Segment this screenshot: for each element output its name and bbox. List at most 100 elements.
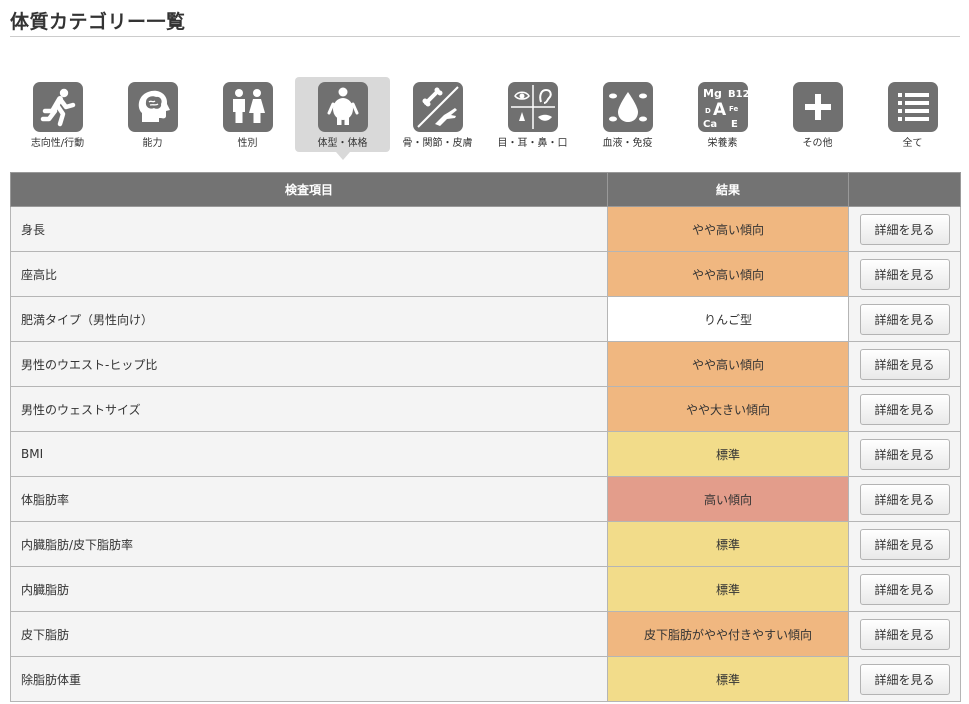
category-tab-gender[interactable]: 性別 xyxy=(200,77,295,152)
item-name: 内臓脂肪/皮下脂肪率 xyxy=(10,521,608,567)
category-label: 体型・体格 xyxy=(317,138,368,149)
item-name: 身長 xyxy=(10,206,608,252)
action-cell: 詳細を見る xyxy=(848,251,961,297)
category-tab-all[interactable]: 全て xyxy=(865,77,960,152)
header-result: 結果 xyxy=(607,172,849,207)
action-cell: 詳細を見る xyxy=(848,656,961,702)
result-value: 標準 xyxy=(607,656,849,702)
svg-text:Fe: Fe xyxy=(729,105,738,113)
category-tab-orientation[interactable]: 志向性/行動 xyxy=(10,77,105,152)
list-icon xyxy=(887,82,938,132)
table-row: 除脂肪体重 標準 詳細を見る xyxy=(10,656,961,702)
svg-text:Ca: Ca xyxy=(703,119,717,130)
result-value: やや大きい傾向 xyxy=(607,386,849,432)
action-cell: 詳細を見る xyxy=(848,386,961,432)
title-divider xyxy=(10,36,960,37)
table-row: 皮下脂肪 皮下脂肪がやや付きやすい傾向 詳細を見る xyxy=(10,611,961,657)
category-bar: 志向性/行動 能力 性別 体型・体格 骨・関節・皮膚 目・耳・鼻・口 血液・免疫… xyxy=(10,77,960,160)
result-value: やや高い傾向 xyxy=(607,206,849,252)
action-cell: 詳細を見る xyxy=(848,521,961,567)
item-name: 体脂肪率 xyxy=(10,476,608,522)
table-row: 肥満タイプ（男性向け） りんご型 詳細を見る xyxy=(10,296,961,342)
svg-text:B12: B12 xyxy=(728,89,748,100)
table-row: 男性のウェストサイズ やや大きい傾向 詳細を見る xyxy=(10,386,961,432)
item-name: 内臓脂肪 xyxy=(10,566,608,612)
svg-text:E: E xyxy=(731,119,738,130)
item-name: 座高比 xyxy=(10,251,608,297)
plus-icon xyxy=(792,82,843,132)
category-label: 能力 xyxy=(142,138,163,149)
bone-arm-icon xyxy=(412,82,463,132)
header-item: 検査項目 xyxy=(10,172,608,207)
category-tab-others[interactable]: その他 xyxy=(770,77,865,152)
header-action xyxy=(848,172,961,207)
table-row: 男性のウエスト-ヒップ比 やや高い傾向 詳細を見る xyxy=(10,341,961,387)
page-title: 体質カテゴリー一覧 xyxy=(10,11,186,33)
result-value: 標準 xyxy=(607,431,849,477)
action-cell: 詳細を見る xyxy=(848,431,961,477)
category-label: 志向性/行動 xyxy=(30,138,85,149)
table-row: 身長 やや高い傾向 詳細を見る xyxy=(10,206,961,252)
svg-text:Mg: Mg xyxy=(703,87,722,100)
eye-ear-nose-mouth-icon xyxy=(507,82,558,132)
action-cell: 詳細を見る xyxy=(848,341,961,387)
table-header-row: 検査項目 結果 xyxy=(10,172,961,207)
result-value: 高い傾向 xyxy=(607,476,849,522)
body-shape-icon xyxy=(317,82,368,132)
category-label: 骨・関節・皮膚 xyxy=(402,138,473,149)
view-details-button[interactable]: 詳細を見る xyxy=(859,393,950,425)
view-details-button[interactable]: 詳細を見る xyxy=(859,348,950,380)
svg-text:D: D xyxy=(705,107,711,115)
view-details-button[interactable]: 詳細を見る xyxy=(859,573,950,605)
view-details-button[interactable]: 詳細を見る xyxy=(859,618,950,650)
table-row: 体脂肪率 高い傾向 詳細を見る xyxy=(10,476,961,522)
view-details-button[interactable]: 詳細を見る xyxy=(859,258,950,290)
result-value: りんご型 xyxy=(607,296,849,342)
running-person-icon xyxy=(32,82,83,132)
item-name: 肥満タイプ（男性向け） xyxy=(10,296,608,342)
category-tab-nutrients[interactable]: Mg B12 D A Fe Ca E 栄養素 xyxy=(675,77,770,152)
male-female-icon xyxy=(222,82,273,132)
svg-text:A: A xyxy=(713,100,727,120)
item-name: 男性のウエスト-ヒップ比 xyxy=(10,341,608,387)
table-row: 座高比 やや高い傾向 詳細を見る xyxy=(10,251,961,297)
item-name: 除脂肪体重 xyxy=(10,656,608,702)
brain-head-icon xyxy=(127,82,178,132)
category-label: 性別 xyxy=(237,138,258,149)
view-details-button[interactable]: 詳細を見る xyxy=(859,438,950,470)
item-name: 男性のウェストサイズ xyxy=(10,386,608,432)
nutrients-icon: Mg B12 D A Fe Ca E xyxy=(697,82,748,132)
table-row: 内臓脂肪/皮下脂肪率 標準 詳細を見る xyxy=(10,521,961,567)
item-name: BMI xyxy=(10,431,608,477)
view-details-button[interactable]: 詳細を見る xyxy=(859,663,950,695)
item-name: 皮下脂肪 xyxy=(10,611,608,657)
category-label: 栄養素 xyxy=(707,138,738,149)
action-cell: 詳細を見る xyxy=(848,566,961,612)
blood-drop-icon xyxy=(602,82,653,132)
category-label: 目・耳・鼻・口 xyxy=(497,138,568,149)
result-value: 標準 xyxy=(607,521,849,567)
result-value: やや高い傾向 xyxy=(607,341,849,387)
category-tab-body[interactable]: 体型・体格 xyxy=(295,77,390,160)
category-label: その他 xyxy=(802,138,833,149)
category-tab-ability[interactable]: 能力 xyxy=(105,77,200,152)
category-label: 全て xyxy=(902,138,923,149)
table-row: BMI 標準 詳細を見る xyxy=(10,431,961,477)
action-cell: 詳細を見る xyxy=(848,206,961,252)
category-label: 血液・免疫 xyxy=(602,138,653,149)
category-tab-bone-joint-skin[interactable]: 骨・関節・皮膚 xyxy=(390,77,485,152)
result-value: 標準 xyxy=(607,566,849,612)
category-tab-blood-immune[interactable]: 血液・免疫 xyxy=(580,77,675,152)
results-table: 検査項目 結果 身長 やや高い傾向 詳細を見る 座高比 やや高い傾向 詳細を見る 肥満タイプ… xyxy=(10,172,961,702)
action-cell: 詳細を見る xyxy=(848,611,961,657)
table-row: 内臓脂肪 標準 詳細を見る xyxy=(10,566,961,612)
category-tab-eye-ear-nose-mouth[interactable]: 目・耳・鼻・口 xyxy=(485,77,580,152)
result-value: 皮下脂肪がやや付きやすい傾向 xyxy=(607,611,849,657)
view-details-button[interactable]: 詳細を見る xyxy=(859,483,950,515)
result-value: やや高い傾向 xyxy=(607,251,849,297)
action-cell: 詳細を見る xyxy=(848,476,961,522)
action-cell: 詳細を見る xyxy=(848,296,961,342)
view-details-button[interactable]: 詳細を見る xyxy=(859,303,950,335)
view-details-button[interactable]: 詳細を見る xyxy=(859,213,950,245)
view-details-button[interactable]: 詳細を見る xyxy=(859,528,950,560)
